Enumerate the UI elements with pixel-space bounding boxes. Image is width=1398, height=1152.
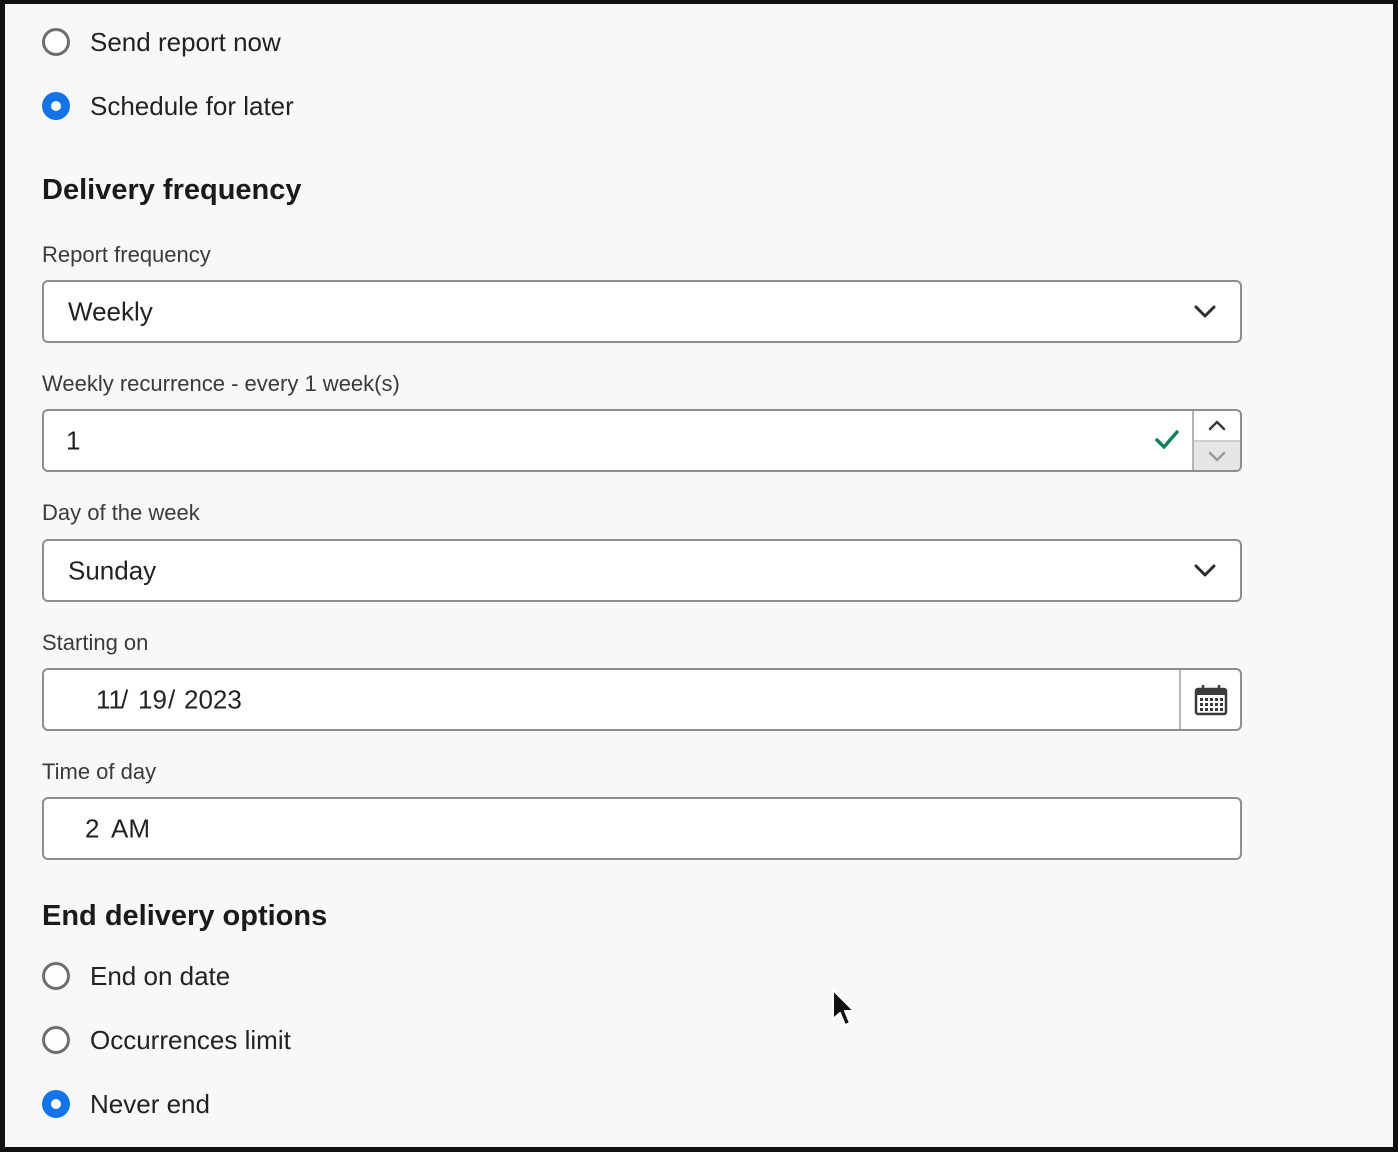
radio-never-end-label: Never end [90,1088,210,1119]
stepper-controls [1192,411,1240,470]
radio-send-report-now-label: Send report now [90,26,281,57]
chevron-down-icon [1208,451,1226,461]
schedule-report-panel: Send report now Schedule for later Deliv… [0,0,1398,1152]
date-day-segment[interactable]: 19 [138,684,167,715]
date-separator: / [168,684,176,714]
radio-schedule-for-later-circle[interactable] [42,92,70,120]
radio-send-report-now[interactable]: Send report now [42,22,281,62]
radio-end-on-date[interactable]: End on date [42,956,230,996]
radio-schedule-for-later-label: Schedule for later [90,90,294,121]
radio-end-on-date-label: End on date [90,960,231,991]
time-hour-segment[interactable]: 2 [85,813,99,844]
calendar-icon [1194,684,1227,715]
report-frequency-select[interactable]: Weekly [42,280,1242,343]
starting-on-date-field[interactable]: 11 / 19 / 2023 [42,668,1242,731]
delivery-frequency-heading: Delivery frequency [42,174,302,206]
time-of-day-field[interactable]: 2 AM [42,797,1242,860]
chevron-down-icon [1194,305,1216,317]
report-frequency-value: Weekly [68,296,153,326]
weekly-recurrence-stepper[interactable]: 1 [42,409,1242,472]
time-period-segment[interactable]: AM [111,813,150,844]
chevron-up-icon [1208,420,1226,431]
day-of-week-label: Day of the week [42,500,200,525]
chevron-down-icon [1194,564,1216,576]
decrement-button[interactable] [1194,440,1240,470]
radio-end-on-date-circle[interactable] [42,962,70,990]
radio-occurrences-limit-circle[interactable] [42,1026,70,1054]
radio-never-end[interactable]: Never end [42,1084,210,1124]
radio-send-report-now-circle[interactable] [42,28,70,56]
date-separator: / [121,684,129,714]
report-frequency-label: Report frequency [42,242,211,267]
mouse-cursor-icon [832,989,855,1026]
radio-occurrences-limit[interactable]: Occurrences limit [42,1020,291,1060]
time-of-day-label: Time of day [42,759,157,784]
day-of-week-select[interactable]: Sunday [42,539,1242,602]
date-year-segment[interactable]: 2023 [184,684,242,715]
end-delivery-options-heading: End delivery options [42,900,328,932]
calendar-button[interactable] [1179,670,1240,729]
starting-on-label: Starting on [42,630,149,655]
radio-occurrences-limit-label: Occurrences limit [90,1024,291,1055]
weekly-recurrence-label: Weekly recurrence - every 1 week(s) [42,371,400,396]
radio-never-end-circle[interactable] [42,1090,70,1118]
weekly-recurrence-value[interactable]: 1 [66,425,80,456]
date-month-segment[interactable]: 11 [96,684,123,715]
day-of-week-value: Sunday [68,555,157,585]
checkmark-icon [1155,430,1179,449]
increment-button[interactable] [1194,411,1240,440]
radio-schedule-for-later[interactable]: Schedule for later [42,86,294,126]
